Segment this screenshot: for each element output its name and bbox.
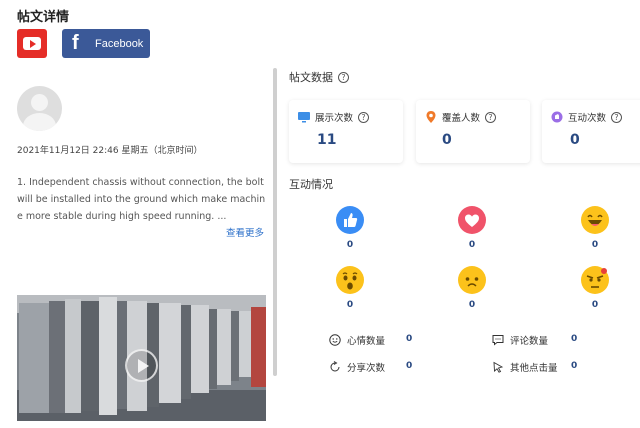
post-stats-title: 帖文数据 bbox=[289, 71, 333, 84]
metric-value: 0 bbox=[571, 334, 578, 344]
scrollbar[interactable] bbox=[273, 68, 277, 376]
haha-icon bbox=[581, 206, 609, 234]
smile-outline-icon bbox=[329, 334, 341, 346]
facebook-icon: f bbox=[72, 32, 79, 54]
reaction-count: 0 bbox=[346, 300, 354, 310]
stat-card-engagement: 互动次数 ? 0 bbox=[542, 100, 640, 163]
stat-label: 覆盖人数 bbox=[442, 113, 481, 124]
reaction-count: 0 bbox=[591, 240, 599, 250]
love-icon bbox=[458, 206, 486, 234]
reaction-haha: 0 bbox=[575, 206, 615, 250]
post-date: 2021年11月12日 22:46 星期五（北京时间） bbox=[17, 146, 203, 156]
stat-value: 0 bbox=[570, 132, 580, 148]
post-video-thumbnail[interactable] bbox=[17, 295, 266, 421]
help-icon[interactable]: ? bbox=[485, 111, 497, 123]
angry-icon bbox=[581, 266, 609, 294]
stat-value: 11 bbox=[317, 132, 337, 148]
stat-label: 展示次数 bbox=[315, 113, 354, 124]
stat-label: 互动次数 bbox=[568, 113, 607, 124]
youtube-button[interactable] bbox=[17, 29, 47, 58]
reaction-angry: 0 bbox=[575, 266, 615, 310]
wow-icon bbox=[336, 266, 364, 294]
reaction-love: 0 bbox=[452, 206, 492, 250]
stat-card-impressions: 展示次数 ? 11 bbox=[289, 100, 403, 163]
see-more-link[interactable]: 查看更多 bbox=[226, 225, 264, 239]
metric-label: 分享次数 bbox=[347, 363, 386, 374]
post-stats-heading: 帖文数据 ? bbox=[289, 69, 349, 85]
metric-shares: 分享次数 bbox=[329, 360, 385, 374]
interaction-title: 互动情况 bbox=[289, 178, 333, 191]
cursor-click-icon bbox=[492, 361, 504, 373]
play-icon[interactable] bbox=[125, 349, 158, 382]
youtube-icon bbox=[23, 37, 41, 50]
location-pin-icon bbox=[425, 111, 437, 123]
metric-value: 0 bbox=[406, 361, 413, 371]
reaction-count: 0 bbox=[468, 240, 476, 250]
interaction-heading: 互动情况 bbox=[289, 176, 333, 192]
post-text: 1. Independent chassis without connectio… bbox=[17, 177, 266, 222]
stat-card-reach: 覆盖人数 ? 0 bbox=[416, 100, 530, 163]
stat-value: 0 bbox=[442, 132, 452, 148]
reaction-count: 0 bbox=[468, 300, 476, 310]
metric-label: 心情数量 bbox=[347, 336, 386, 347]
reaction-sad: 0 bbox=[452, 266, 492, 310]
metric-value: 0 bbox=[571, 361, 578, 371]
reaction-count: 0 bbox=[346, 240, 354, 250]
avatar bbox=[17, 86, 62, 131]
reaction-count: 0 bbox=[591, 300, 599, 310]
metric-comments: 评论数量 bbox=[492, 333, 548, 347]
share-icon bbox=[329, 361, 341, 373]
metric-label: 评论数量 bbox=[510, 336, 549, 347]
metric-label: 其他点击量 bbox=[510, 363, 558, 374]
help-icon[interactable]: ? bbox=[338, 71, 349, 83]
reaction-like: 0 bbox=[330, 206, 370, 250]
reaction-wow: 0 bbox=[330, 266, 370, 310]
metric-value: 0 bbox=[406, 334, 413, 344]
help-icon[interactable]: ? bbox=[611, 111, 623, 123]
page-title: 帖文详情 bbox=[17, 10, 70, 25]
facebook-button[interactable]: f Facebook bbox=[62, 29, 150, 58]
help-icon[interactable]: ? bbox=[358, 111, 370, 123]
metric-other-clicks: 其他点击量 bbox=[492, 360, 558, 374]
facebook-label: Facebook bbox=[95, 37, 144, 50]
interaction-icon bbox=[551, 111, 563, 123]
monitor-icon bbox=[298, 111, 310, 123]
like-icon bbox=[336, 206, 364, 234]
sad-icon bbox=[458, 266, 486, 294]
comment-icon bbox=[492, 334, 504, 346]
metric-reactions: 心情数量 bbox=[329, 333, 385, 347]
